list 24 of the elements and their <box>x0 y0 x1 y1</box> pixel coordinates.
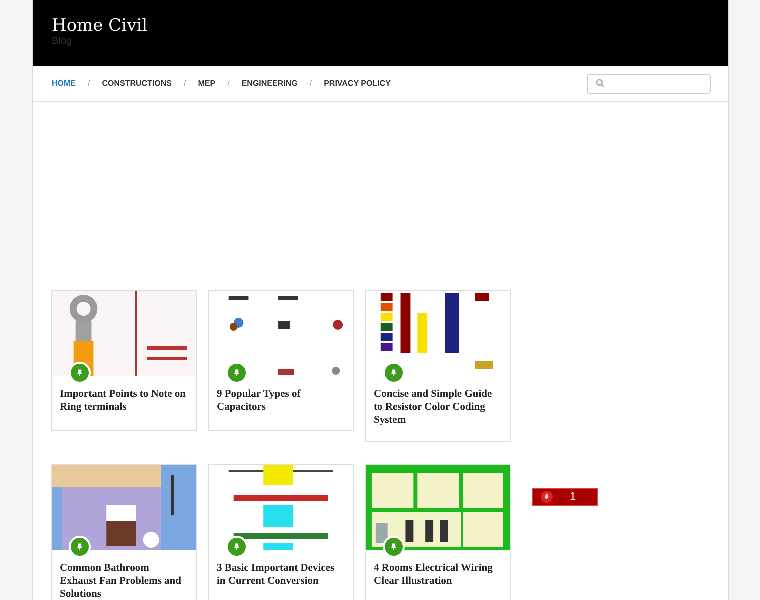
post-card[interactable]: 4 Rooms Electrical Wiring Clear Illustration <box>365 464 511 600</box>
post-card[interactable]: 3 Basic Important Devices in Current Conversion <box>208 464 354 600</box>
nav-link[interactable]: MEP <box>198 79 216 88</box>
nav-link[interactable]: PRIVACY POLICY <box>324 79 391 88</box>
post-title[interactable]: 9 Popular Types of Capacitors <box>217 388 345 414</box>
nav-link[interactable]: ENGINEERING <box>242 79 298 88</box>
site-title[interactable]: Home Civil <box>52 16 148 36</box>
post-title[interactable]: Important Points to Note on Ring terminals <box>60 388 188 414</box>
share-count: 1 <box>570 491 576 503</box>
post-title[interactable]: 3 Basic Important Devices in Current Conversion <box>217 562 345 588</box>
post-title[interactable]: Common Bathroom Exhaust Fan Problems and Solutions <box>60 562 188 600</box>
post-card[interactable]: 9 Popular Types of Capacitors <box>208 290 354 431</box>
separator-slash: / <box>228 79 230 88</box>
nav-link[interactable]: CONSTRUCTIONS <box>102 79 172 88</box>
separator-slash: / <box>184 79 186 88</box>
separator-slash: / <box>88 79 90 88</box>
separator-slash: / <box>310 79 312 88</box>
post-card[interactable]: Important Points to Note on Ring terminals <box>51 290 197 431</box>
nav-link[interactable]: HOME <box>52 79 76 88</box>
share-counter[interactable]: 1 <box>532 488 598 506</box>
post-card[interactable]: Common Bathroom Exhaust Fan Problems and Solutions <box>51 464 197 600</box>
post-card[interactable]: Concise and Simple Guide to Resistor Color Coding System <box>365 290 511 442</box>
post-title[interactable]: 4 Rooms Electrical Wiring Clear Illustration <box>374 562 502 588</box>
post-title[interactable]: Concise and Simple Guide to Resistor Color Coding System <box>374 388 502 427</box>
